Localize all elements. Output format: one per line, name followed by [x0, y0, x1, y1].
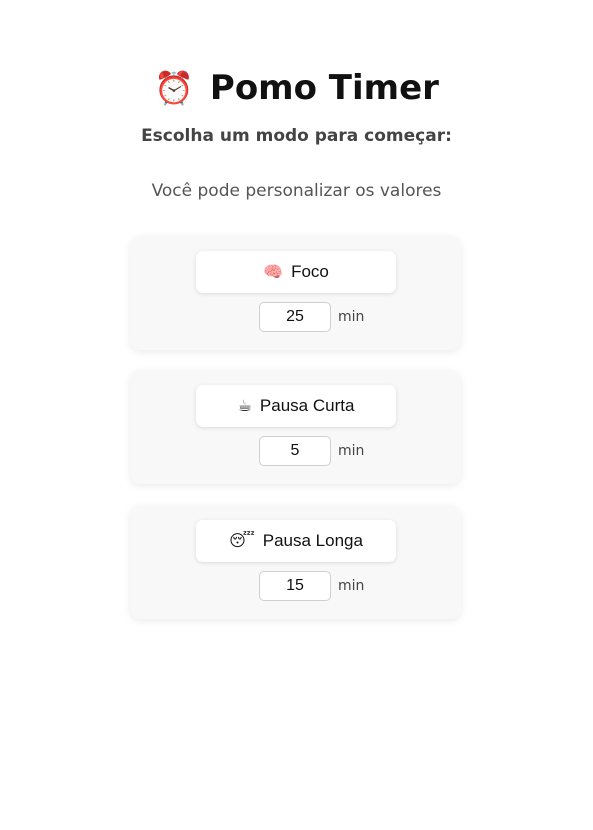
- short-break-label: Pausa Curta: [259, 396, 355, 415]
- sleeping-face-icon: 😴: [229, 533, 255, 550]
- brain-icon: 🧠: [263, 264, 284, 281]
- long-break-button[interactable]: 😴 Pausa Longa: [196, 520, 396, 562]
- coffee-icon: ☕: [237, 398, 252, 415]
- focus-mode-label: Foco: [291, 262, 329, 281]
- page-title: Pomo Timer: [209, 68, 439, 108]
- mode-prompt: Escolha um modo para começar:: [141, 126, 452, 146]
- long-break-minutes-input[interactable]: [259, 571, 331, 601]
- alarm-clock-icon: ⏰: [154, 69, 194, 107]
- short-break-card: ☕ Pausa Curta min: [130, 370, 461, 484]
- focus-minutes-input[interactable]: [259, 302, 331, 332]
- short-break-minutes-unit: min: [338, 443, 365, 459]
- page-header: ⏰ Pomo Timer: [0, 66, 593, 110]
- long-break-card: 😴 Pausa Longa min: [130, 505, 461, 619]
- short-break-minutes-input[interactable]: [259, 436, 331, 466]
- short-break-button[interactable]: ☕ Pausa Curta: [196, 385, 396, 427]
- long-break-minutes-unit: min: [338, 578, 365, 594]
- focus-duration-row: min: [130, 302, 461, 332]
- customize-hint: Você pode personalizar os valores: [151, 181, 442, 201]
- focus-mode-card: 🧠 Foco min: [130, 236, 461, 350]
- long-break-label: Pausa Longa: [262, 531, 363, 550]
- long-break-duration-row: min: [130, 571, 461, 601]
- focus-minutes-unit: min: [338, 309, 365, 325]
- short-break-duration-row: min: [130, 436, 461, 466]
- focus-mode-button[interactable]: 🧠 Foco: [196, 251, 396, 293]
